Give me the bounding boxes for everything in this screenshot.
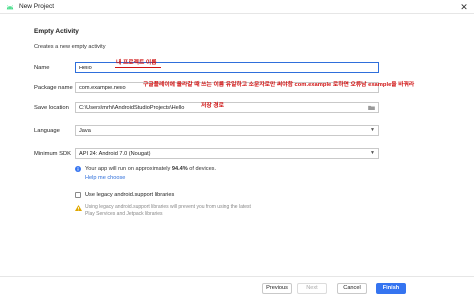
save-location-annotation: 저장 경로: [201, 103, 224, 109]
coverage-suffix: of devices.: [187, 166, 217, 172]
language-dropdown[interactable]: Java ▼: [75, 125, 379, 136]
save-location-label: Save location: [34, 105, 69, 111]
help-me-choose-link[interactable]: Help me choose: [85, 175, 125, 181]
cancel-button[interactable]: Cancel: [337, 283, 367, 294]
device-coverage-text: Your app will run on approximately 94.4%…: [85, 166, 216, 172]
android-icon: [6, 5, 14, 10]
page-heading: Empty Activity: [34, 28, 79, 35]
main-content: Empty Activity Creates a new empty activ…: [0, 15, 474, 276]
package-annotation: 구글플레이에 올라갈 때 쓰는 이름 유일하고 소문자로만 써야함 com.ex…: [143, 82, 415, 88]
info-icon: [75, 166, 81, 172]
save-location-field[interactable]: C:\Users\mrhi\AndroidStudioProjects\Hell…: [75, 102, 379, 113]
legacy-support-label: Use legacy android.support libraries: [85, 192, 175, 198]
name-annotation: 내 프로젝트 이름: [116, 60, 157, 66]
min-sdk-dropdown[interactable]: API 24: Android 7.0 (Nougat) ▼: [75, 148, 379, 159]
min-sdk-label: Minimum SDK: [34, 151, 72, 157]
language-label: Language: [34, 128, 60, 134]
close-button[interactable]: ✕: [458, 1, 470, 13]
next-button[interactable]: Next: [297, 283, 327, 294]
page-subheading: Creates a new empty activity: [34, 44, 106, 50]
package-label: Package name: [34, 85, 73, 91]
name-annotation-underline: [115, 67, 161, 69]
save-location-value: C:\Users\mrhi\AndroidStudioProjects\Hell…: [79, 105, 185, 111]
legacy-support-checkbox[interactable]: [75, 192, 81, 198]
close-icon: ✕: [460, 1, 468, 12]
min-sdk-value: API 24: Android 7.0 (Nougat): [79, 151, 151, 157]
coverage-prefix: Your app will run on approximately: [85, 166, 172, 172]
previous-button[interactable]: Previous: [262, 283, 292, 294]
coverage-percent: 94.4%: [171, 166, 188, 172]
footer-bar: Previous Next Cancel Finish: [0, 276, 474, 299]
legacy-warning-text: Using legacy android.support libraries w…: [85, 204, 251, 217]
name-label: Name: [34, 65, 50, 71]
warning-icon: [75, 205, 82, 211]
window-title: New Project: [19, 3, 55, 10]
title-bar: New Project ✕: [0, 0, 474, 14]
folder-icon[interactable]: [368, 105, 375, 110]
chevron-down-icon: ▼: [370, 127, 375, 133]
finish-button[interactable]: Finish: [376, 283, 406, 294]
chevron-down-icon: ▼: [370, 150, 375, 156]
language-value: Java: [79, 128, 91, 134]
